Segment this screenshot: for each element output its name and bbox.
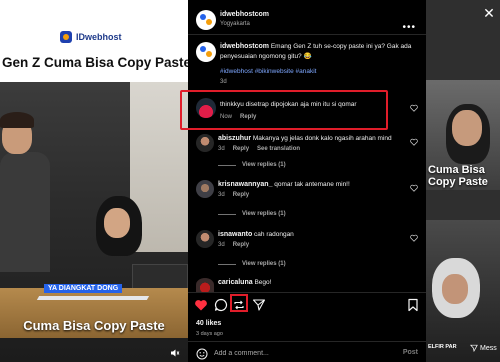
post-comment-button[interactable]: Post [403,349,418,356]
reply-button[interactable]: Reply [233,146,249,152]
next-reel-helmet-face [442,274,468,304]
comment-text: Bego! [254,279,272,286]
like-comment-icon[interactable] [410,234,418,242]
comment-avatar[interactable] [196,278,214,292]
send-icon [470,344,478,352]
video-subtitle: YA DIANGKAT DONG [44,284,123,293]
reply-button[interactable]: Reply [233,242,249,248]
comments-panel: idwebhostcom Yogyakarta ••• idwebhostcom… [180,0,426,362]
video-headline: Gen Z Cuma Bisa Copy Paste [2,55,188,70]
caption-body: idwebhostcom Emang Gen Z tuh se-copy pas… [220,42,416,85]
scene-person-right-face [104,208,130,238]
comment-body: abiszuhur Makanya yg jelas donk kalo nga… [218,134,398,152]
brand-mark-icon [60,31,72,43]
post-age: 3 days ago [196,331,223,337]
like-comment-icon[interactable] [410,138,418,146]
comment-text: cah radongan [254,231,294,238]
next-reel-face [452,110,482,146]
emoji-icon[interactable] [196,347,208,360]
comment-composer: Post [188,344,426,362]
comment-age: 3d [218,146,225,152]
like-post-icon[interactable] [194,298,208,312]
comment-avatar[interactable] [196,98,216,118]
comment-meta: 3d Reply See translation [218,146,398,152]
view-replies-button[interactable]: View replies (1) [218,162,286,168]
caption-username[interactable]: idwebhostcom [220,43,269,50]
header-divider [188,34,426,35]
comment-body: krisnawannyan_ qomar tak antemane min!! … [218,180,398,198]
messages-button[interactable]: Mess [470,344,497,352]
comment-meta: 3d Reply [218,242,398,248]
reply-button[interactable]: Reply [240,114,256,120]
next-reel-tag: ELFIR PAR [428,344,457,350]
save-icon[interactable] [406,298,420,312]
brand-name: IDwebhost [76,32,122,42]
view-replies-label: View replies (1) [242,211,286,217]
comment-icon[interactable] [214,298,228,312]
comment-username[interactable]: krisnawannyan_ [218,181,272,188]
view-replies-button[interactable]: View replies (1) [218,261,286,267]
comment-meta: 3d Reply [218,192,398,198]
comment-username[interactable]: isnawanto [218,231,252,238]
comment-text: thinkkyu disetrap dipojokan aja min itu … [220,101,357,108]
see-translation-button[interactable]: See translation [257,146,300,152]
more-options-icon[interactable]: ••• [402,22,416,33]
messages-label: Mess [480,344,497,352]
comment-avatar[interactable] [196,180,214,198]
mute-icon[interactable] [170,348,180,358]
reel-video[interactable]: IDwebhost Gen Z Cuma Bisa Copy Paste YA … [0,0,188,362]
brand-logo: IDwebhost [60,31,122,43]
like-comment-icon[interactable] [410,104,418,112]
comment-avatar[interactable] [196,134,214,152]
comment-avatar[interactable] [196,230,214,248]
caption-hashtags[interactable]: #idwebhost #bikinwebsite #anakit [220,68,416,75]
scene-person-left-hair [0,112,34,128]
video-bottom-caption: Cuma Bisa Copy Paste [23,318,165,333]
comment-text-line: isnawanto cah radongan [218,230,398,240]
caption-age: 3d [220,79,227,85]
comment-body: caricaluna Bego! [218,278,398,288]
view-replies-button[interactable]: View replies (1) [218,211,286,217]
caption-avatar[interactable] [196,42,216,62]
comment-age: 3d [218,242,225,248]
comment-body: isnawanto cah radongan 3d Reply [218,230,398,248]
caption-text-line: idwebhostcom Emang Gen Z tuh se-copy pas… [220,42,416,62]
post-header: idwebhostcom Yogyakarta ••• [188,8,426,33]
reply-button[interactable]: Reply [233,192,249,198]
comment-meta: Now Reply [220,114,400,120]
composer-divider [188,341,426,342]
next-reel-preview[interactable]: ✕ Cuma Bisa Copy Paste ELFIR PAR Mess [426,0,500,362]
comment-text: qomar tak antemane min!! [274,181,350,188]
author-location[interactable]: Yogyakarta [220,21,250,27]
comment-body: thinkkyu disetrap dipojokan aja min itu … [220,100,400,120]
comment-text-line: abiszuhur Makanya yg jelas donk kalo nga… [218,134,398,144]
author-avatar[interactable] [196,10,216,30]
likes-count[interactable]: 40 likes [196,320,221,327]
comment-text-line: krisnawannyan_ qomar tak antemane min!! [218,180,398,190]
view-replies-line [218,263,236,265]
author-username[interactable]: idwebhostcom [220,11,269,18]
scene-person-left [0,152,50,272]
view-replies-label: View replies (1) [242,261,286,267]
share-icon[interactable] [252,298,266,312]
close-icon[interactable]: ✕ [482,6,496,20]
view-replies-line [218,213,236,215]
view-replies-label: View replies (1) [242,162,286,168]
actions-divider [188,292,426,293]
comment-text-line: caricaluna Bego! [218,278,398,288]
comment-username[interactable]: caricaluna [218,279,253,286]
comment-input[interactable] [214,347,374,359]
like-comment-icon[interactable] [410,184,418,192]
view-replies-line [218,164,236,166]
next-reel-overlay-text: Cuma Bisa Copy Paste [428,164,488,188]
repost-icon[interactable] [232,298,246,312]
comment-age: Now [220,114,233,120]
comment-username[interactable]: abiszuhur [218,135,251,142]
post-actions [188,294,426,316]
scene-desk-stripe [36,296,150,300]
comment-age: 3d [218,192,225,198]
comment-text: Makanya yg jelas donk kalo ngasih arahan… [252,135,392,142]
